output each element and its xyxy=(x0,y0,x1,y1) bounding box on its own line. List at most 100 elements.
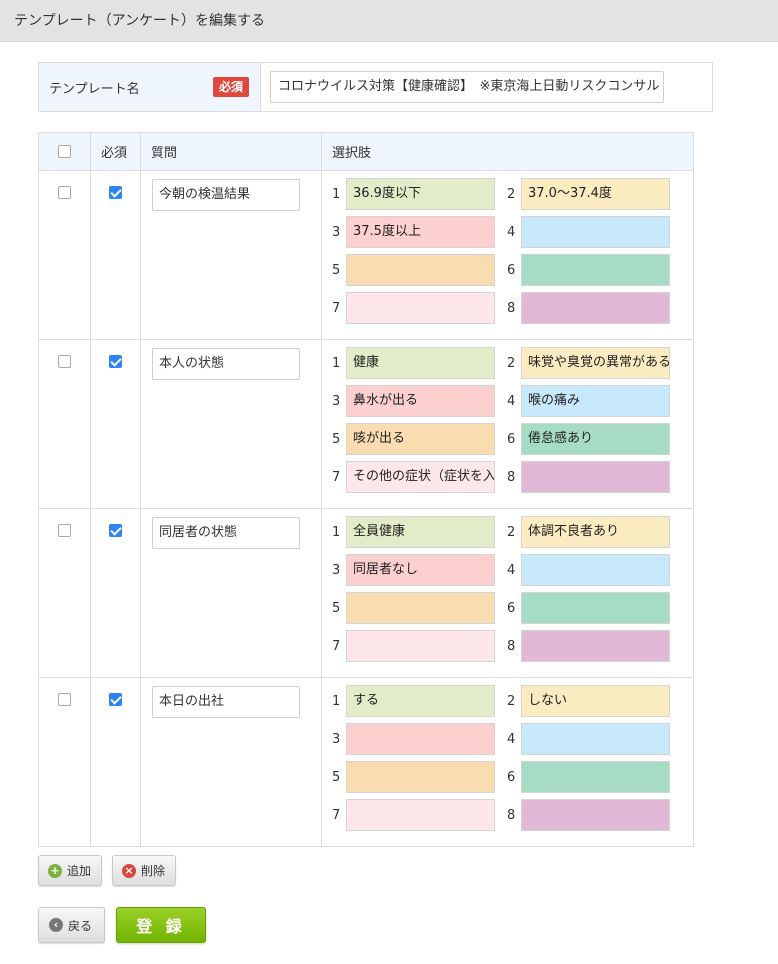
page-header: テンプレート（アンケート）を編集する xyxy=(0,0,778,42)
add-row-label: 追加 xyxy=(67,864,92,878)
choice-input[interactable] xyxy=(346,761,495,793)
template-name-value: コロナウイルス対策【健康確認】 ※東京海上日動リスクコンサル xyxy=(278,79,660,94)
choice-input[interactable] xyxy=(346,799,495,831)
choice-number: 8 xyxy=(507,807,516,823)
choice-input[interactable] xyxy=(346,723,495,755)
template-name-row: テンプレート名 必須 コロナウイルス対策【健康確認】 ※東京海上日動リスクコンサ… xyxy=(38,62,713,112)
required-checkbox[interactable] xyxy=(109,355,122,368)
choice-item: 4 喉の痛み xyxy=(507,385,682,417)
choices-grid: 1 36.9度以下 2 37.0〜37.4度 3 37.5度以上 4 5 6 7 8 xyxy=(332,178,693,324)
chevron-left-icon: ‹ xyxy=(49,918,63,932)
close-icon: × xyxy=(122,863,137,878)
choice-item: 8 xyxy=(507,292,682,324)
header-required: 必須 xyxy=(90,132,141,171)
choice-number: 2 xyxy=(507,355,516,371)
choice-input[interactable]: 味覚や臭覚の異常がある xyxy=(521,347,670,379)
choice-input[interactable] xyxy=(521,292,670,324)
template-name-input[interactable]: コロナウイルス対策【健康確認】 ※東京海上日動リスクコンサル xyxy=(270,71,664,103)
choice-number: 1 xyxy=(332,693,341,709)
required-checkbox[interactable] xyxy=(109,186,122,199)
choice-input[interactable]: 倦怠感あり xyxy=(521,423,670,455)
plus-icon: + xyxy=(48,863,62,878)
row-required-cell xyxy=(90,170,141,340)
question-cell: 本人の状態 xyxy=(140,339,322,509)
choice-input[interactable]: 健康 xyxy=(346,347,495,379)
choice-input[interactable] xyxy=(521,799,670,831)
row-select-checkbox[interactable] xyxy=(58,524,71,537)
delete-row-button[interactable]: × 削除 xyxy=(112,855,177,886)
choice-item: 3 xyxy=(332,723,507,755)
question-cell: 今朝の検温結果 xyxy=(140,170,322,340)
row-select-cell xyxy=(38,677,91,847)
template-name-label: テンプレート名 xyxy=(49,81,140,97)
question-input[interactable]: 同居者の状態 xyxy=(152,517,300,549)
choice-number: 5 xyxy=(332,262,341,278)
choices-grid: 1 する 2 しない 3 4 5 6 7 8 xyxy=(332,685,693,831)
choice-input[interactable] xyxy=(521,723,670,755)
choice-input[interactable]: 同居者なし xyxy=(346,554,495,586)
choice-item: 3 鼻水が出る xyxy=(332,385,507,417)
choice-item: 5 咳が出る xyxy=(332,423,507,455)
choice-input[interactable]: その他の症状（症状を入力） xyxy=(346,461,495,493)
choice-input[interactable] xyxy=(521,216,670,248)
choice-input[interactable] xyxy=(521,630,670,662)
choice-number: 3 xyxy=(332,393,341,409)
choice-item: 5 xyxy=(332,761,507,793)
question-cell: 本日の出社 xyxy=(140,677,322,847)
required-checkbox[interactable] xyxy=(109,693,122,706)
choice-input[interactable] xyxy=(521,592,670,624)
select-all-checkbox[interactable] xyxy=(58,145,71,158)
questions-table: 必須 質問 選択肢 今朝の検温結果 1 36.9度以下 2 37.0〜37.4度 3 37.… xyxy=(38,132,694,847)
choice-item: 5 xyxy=(332,254,507,286)
form-actions: ‹ 戻る 登 録 xyxy=(38,907,207,943)
choice-input[interactable]: 喉の痛み xyxy=(521,385,670,417)
choice-input[interactable] xyxy=(346,254,495,286)
choice-item: 1 36.9度以下 xyxy=(332,178,507,210)
choice-item: 3 37.5度以上 xyxy=(332,216,507,248)
choice-input[interactable]: 咳が出る xyxy=(346,423,495,455)
choice-input[interactable] xyxy=(346,292,495,324)
choice-input[interactable]: 全員健康 xyxy=(346,516,495,548)
row-select-checkbox[interactable] xyxy=(58,355,71,368)
choice-input[interactable] xyxy=(521,461,670,493)
choice-number: 5 xyxy=(332,769,341,785)
choice-item: 7 xyxy=(332,799,507,831)
choice-input[interactable]: しない xyxy=(521,685,670,717)
choice-number: 8 xyxy=(507,300,516,316)
choice-input[interactable]: 鼻水が出る xyxy=(346,385,495,417)
choice-input[interactable] xyxy=(521,761,670,793)
choice-number: 2 xyxy=(507,186,516,202)
question-input[interactable]: 本人の状態 xyxy=(152,348,300,380)
required-checkbox[interactable] xyxy=(109,524,122,537)
choice-number: 4 xyxy=(507,731,516,747)
choice-item: 4 xyxy=(507,554,682,586)
choice-input[interactable] xyxy=(521,554,670,586)
choice-number: 7 xyxy=(332,807,341,823)
row-select-checkbox[interactable] xyxy=(58,186,71,199)
row-required-cell xyxy=(90,339,141,509)
choice-input[interactable]: 体調不良者あり xyxy=(521,516,670,548)
choice-item: 6 xyxy=(507,592,682,624)
header-select-all-cell xyxy=(38,132,91,171)
choice-input[interactable]: 36.9度以下 xyxy=(346,178,495,210)
back-button[interactable]: ‹ 戻る xyxy=(38,907,106,943)
choice-number: 2 xyxy=(507,524,516,540)
question-input[interactable]: 本日の出社 xyxy=(152,686,300,718)
choice-number: 8 xyxy=(507,638,516,654)
row-select-cell xyxy=(38,339,91,509)
question-input[interactable]: 今朝の検温結果 xyxy=(152,179,300,211)
table-row: 本日の出社 1 する 2 しない 3 4 5 6 7 8 xyxy=(38,677,694,847)
choice-input[interactable] xyxy=(346,592,495,624)
choice-number: 6 xyxy=(507,431,516,447)
choice-input[interactable] xyxy=(521,254,670,286)
row-select-cell xyxy=(38,508,91,678)
question-cell: 同居者の状態 xyxy=(140,508,322,678)
choice-number: 3 xyxy=(332,562,341,578)
choice-input[interactable] xyxy=(346,630,495,662)
row-select-checkbox[interactable] xyxy=(58,693,71,706)
submit-button[interactable]: 登 録 xyxy=(116,907,207,943)
choice-input[interactable]: 37.5度以上 xyxy=(346,216,495,248)
choice-input[interactable]: する xyxy=(346,685,495,717)
add-row-button[interactable]: + 追加 xyxy=(38,855,103,886)
choice-input[interactable]: 37.0〜37.4度 xyxy=(521,178,670,210)
